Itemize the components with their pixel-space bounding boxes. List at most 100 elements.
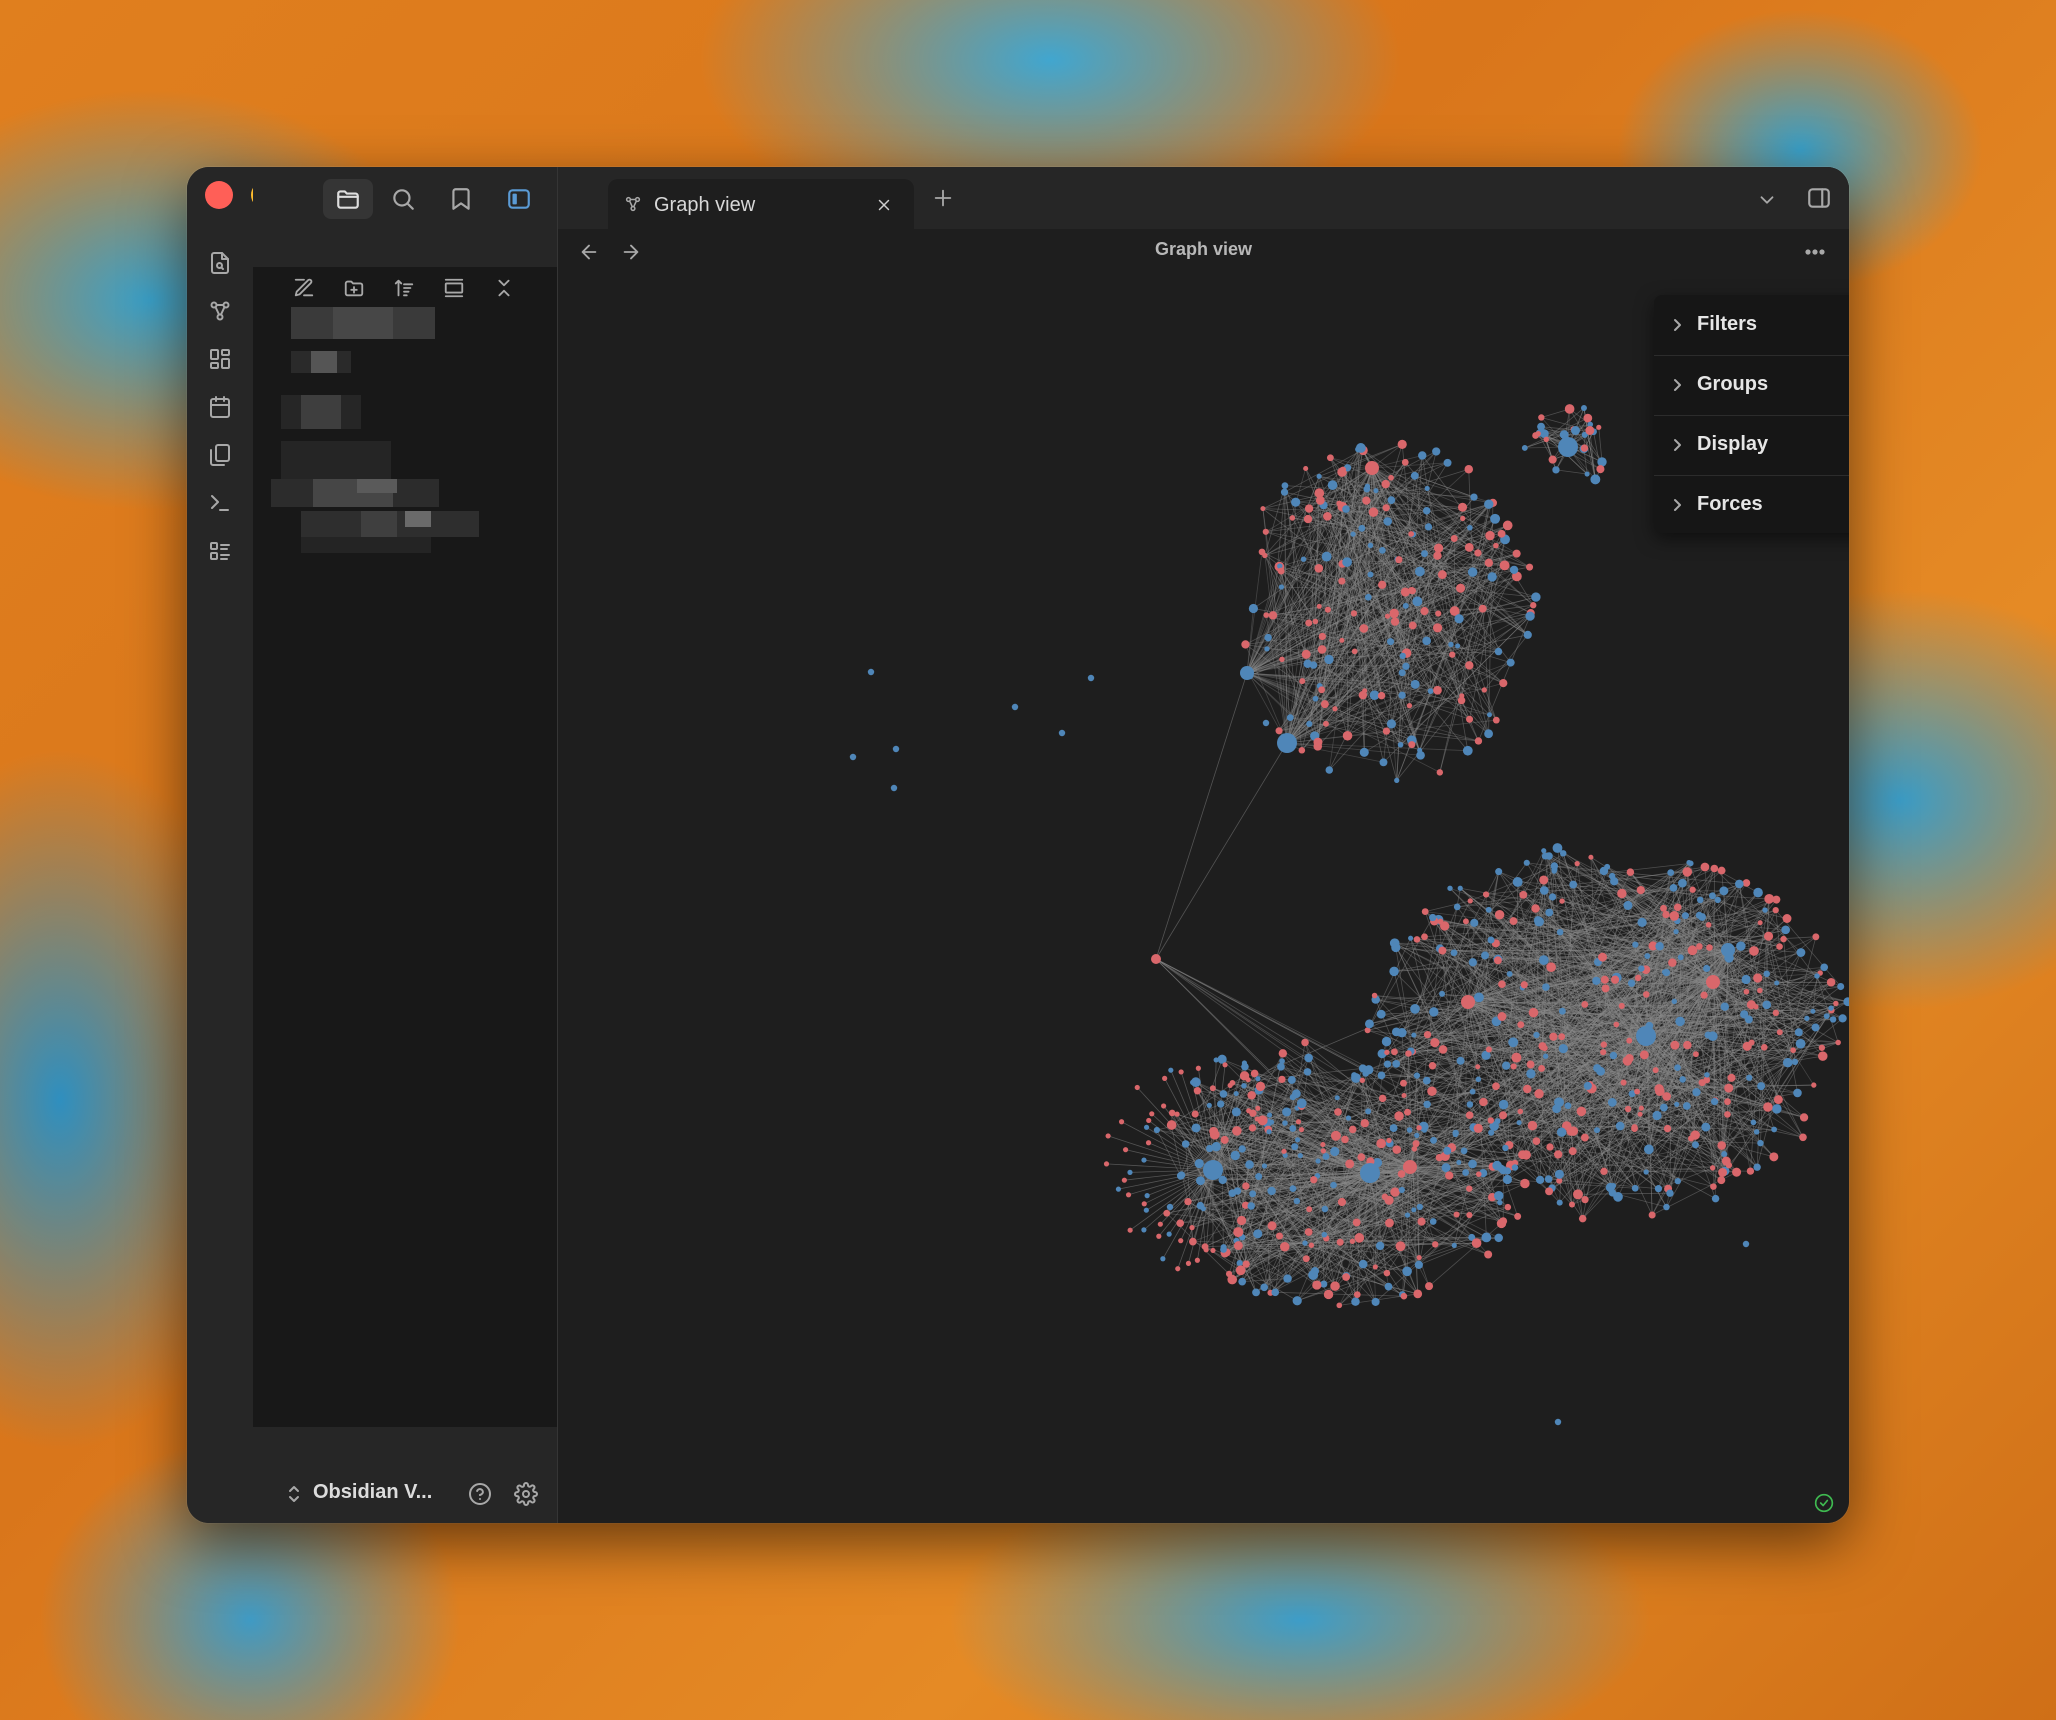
- graph-node[interactable]: [1278, 1049, 1288, 1058]
- graph-node[interactable]: [1405, 1050, 1412, 1057]
- graph-node[interactable]: [1558, 1007, 1566, 1015]
- graph-node[interactable]: [1588, 854, 1594, 860]
- graph-node[interactable]: [1338, 577, 1346, 585]
- quick-switcher-icon[interactable]: [204, 247, 236, 279]
- graph-node[interactable]: [1638, 1105, 1644, 1111]
- graph-node[interactable]: [1103, 1161, 1110, 1167]
- graph-node[interactable]: [1497, 1199, 1503, 1206]
- graph-node[interactable]: [1277, 733, 1297, 753]
- graph-node[interactable]: [1422, 636, 1431, 646]
- graph-node[interactable]: [1438, 946, 1447, 955]
- graph-node[interactable]: [1206, 1102, 1212, 1108]
- graph-node[interactable]: [1178, 1069, 1184, 1075]
- graph-node[interactable]: [1406, 1127, 1413, 1133]
- graph-node[interactable]: [1517, 1108, 1524, 1115]
- graph-node[interactable]: [1790, 1047, 1796, 1054]
- graph-node[interactable]: [1141, 1201, 1147, 1207]
- graph-node[interactable]: [1403, 1160, 1417, 1174]
- graph-node[interactable]: [1449, 651, 1456, 658]
- graph-node[interactable]: [1264, 633, 1272, 642]
- graph-node[interactable]: [1674, 1064, 1681, 1072]
- graph-node[interactable]: [1578, 1214, 1587, 1223]
- graph-node[interactable]: [1327, 480, 1338, 490]
- graph-node[interactable]: [1359, 1077, 1366, 1084]
- graph-node[interactable]: [1397, 741, 1404, 748]
- graph-node[interactable]: [1194, 1257, 1200, 1263]
- graph-node[interactable]: [1298, 746, 1306, 754]
- graph-node[interactable]: [1353, 1291, 1361, 1298]
- graph-node[interactable]: [1481, 951, 1490, 960]
- graph-node[interactable]: [1358, 1064, 1367, 1073]
- graph-node[interactable]: [1551, 868, 1557, 874]
- bookmark-icon[interactable]: [439, 179, 483, 219]
- graph-node[interactable]: [1151, 954, 1161, 964]
- graph-node[interactable]: [1402, 662, 1410, 670]
- graph-node[interactable]: [1145, 1140, 1152, 1146]
- graph-node[interactable]: [1289, 515, 1296, 521]
- graph-node[interactable]: [1643, 1144, 1654, 1155]
- graph-node[interactable]: [1799, 1133, 1807, 1142]
- graph-node[interactable]: [1266, 1112, 1273, 1118]
- graph-node[interactable]: [1600, 975, 1609, 984]
- graph-node[interactable]: [1762, 1000, 1772, 1010]
- graph-node[interactable]: [1481, 687, 1488, 693]
- graph-node[interactable]: [1654, 1185, 1663, 1193]
- graph-node[interactable]: [1519, 890, 1528, 899]
- graph-node[interactable]: [1176, 1219, 1185, 1228]
- graph-node[interactable]: [1479, 1097, 1488, 1107]
- graph-node[interactable]: [1548, 455, 1557, 464]
- graph-node[interactable]: [1474, 737, 1483, 745]
- graph-node[interactable]: [1493, 956, 1502, 965]
- graph-node[interactable]: [1678, 878, 1687, 888]
- graph-node[interactable]: [1430, 1038, 1440, 1048]
- graph-node[interactable]: [1231, 1107, 1241, 1117]
- graph-node[interactable]: [1389, 966, 1399, 977]
- graph-node[interactable]: [1461, 995, 1475, 1009]
- graph-node[interactable]: [1299, 678, 1306, 685]
- graph-node[interactable]: [1302, 1255, 1310, 1263]
- graph-node[interactable]: [1632, 941, 1639, 948]
- graph-node[interactable]: [1411, 1207, 1417, 1213]
- graph-node[interactable]: [1398, 691, 1406, 699]
- canvas-icon[interactable]: [204, 343, 236, 375]
- graph-node[interactable]: [1241, 1082, 1247, 1089]
- graph-node[interactable]: [1772, 895, 1781, 904]
- graph-node[interactable]: [1278, 1075, 1286, 1084]
- command-palette-icon[interactable]: [204, 487, 236, 519]
- graph-node[interactable]: [1717, 1176, 1726, 1185]
- graph-node[interactable]: [1232, 1126, 1242, 1136]
- graph-node[interactable]: [1241, 1060, 1248, 1066]
- graph-node[interactable]: [1484, 558, 1494, 568]
- graph-node[interactable]: [1320, 1148, 1326, 1154]
- graph-node[interactable]: [1368, 507, 1379, 517]
- graph-node[interactable]: [1663, 1203, 1670, 1211]
- graph-node[interactable]: [1473, 1123, 1483, 1133]
- graph-node[interactable]: [1487, 572, 1497, 582]
- graph-node[interactable]: [1384, 1049, 1390, 1056]
- graph-node[interactable]: [1390, 1187, 1400, 1197]
- graph-node[interactable]: [1351, 648, 1358, 655]
- graph-node[interactable]: [1293, 1197, 1301, 1205]
- graph-node[interactable]: [1326, 454, 1334, 462]
- graph-node[interactable]: [1268, 1119, 1275, 1125]
- graph-node[interactable]: [1248, 1124, 1257, 1132]
- graph-node[interactable]: [1554, 1169, 1564, 1179]
- graph-node[interactable]: [1558, 1043, 1568, 1054]
- graph-node[interactable]: [1455, 643, 1461, 649]
- graph-node[interactable]: [1837, 983, 1845, 991]
- graph-node[interactable]: [1677, 954, 1684, 961]
- graph-node[interactable]: [1308, 1242, 1315, 1248]
- graph-node[interactable]: [1466, 1185, 1473, 1192]
- groups-section[interactable]: Groups: [1654, 355, 1849, 416]
- graph-node[interactable]: [1217, 1100, 1225, 1108]
- graph-node[interactable]: [1746, 1167, 1755, 1175]
- graph-node[interactable]: [1227, 1082, 1233, 1089]
- graph-node[interactable]: [1597, 457, 1607, 467]
- graph-node[interactable]: [1460, 515, 1466, 522]
- graph-node[interactable]: [1708, 892, 1716, 900]
- graph-node[interactable]: [1210, 1247, 1216, 1254]
- new-note-icon[interactable]: [287, 271, 321, 305]
- graph-node[interactable]: [1359, 624, 1369, 633]
- graph-node[interactable]: [1236, 1215, 1247, 1226]
- graph-node[interactable]: [1225, 1270, 1233, 1278]
